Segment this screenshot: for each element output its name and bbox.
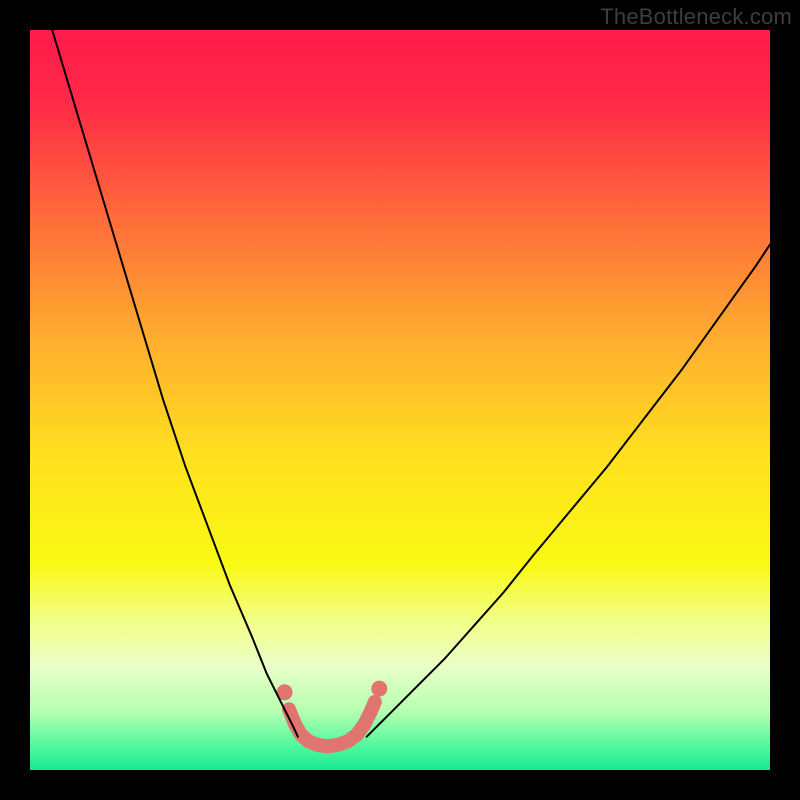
chart-plot-area <box>30 30 770 770</box>
valley-marker-1 <box>371 681 387 697</box>
chart-frame: TheBottleneck.com <box>0 0 800 800</box>
chart-svg <box>30 30 770 770</box>
watermark-text: TheBottleneck.com <box>600 4 792 30</box>
